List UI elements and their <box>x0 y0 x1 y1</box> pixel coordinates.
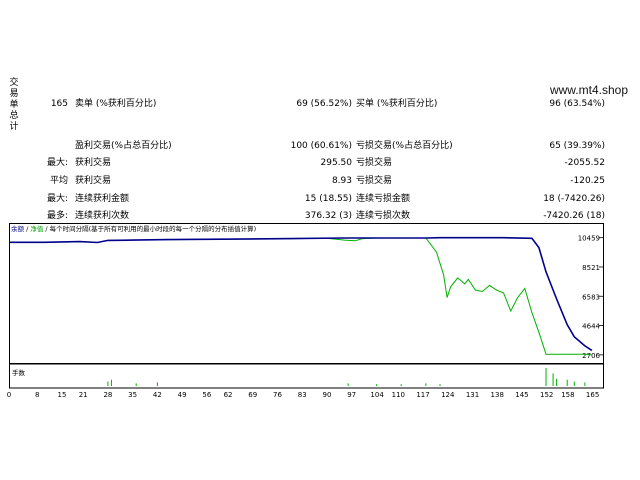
y-tick-label: 4644 <box>582 323 600 331</box>
x-tick-label: 28 <box>103 391 113 399</box>
x-tick-label: 62 <box>223 391 233 399</box>
x-tick-label: 145 <box>515 391 529 399</box>
x-tick-label: 110 <box>391 391 405 399</box>
x-tick-label: 35 <box>128 391 138 399</box>
balance-chart: 余额 / 净值 / 每个时间分隔(基于所有可利用的最小时段的每一个分隔的分布插值… <box>9 223 604 389</box>
x-tick-label: 56 <box>202 391 212 399</box>
volume-label: 手数 <box>12 369 25 377</box>
stat-cell-c5: 18 (-7420.26) <box>543 194 605 204</box>
stat-cell-c3: 8.93 <box>331 176 352 186</box>
x-tick-label: 165 <box>585 391 600 399</box>
x-tick-label: 83 <box>297 391 307 399</box>
x-tick-label: 97 <box>347 391 357 399</box>
chart-svg: 10459 8521 6583 4644 2706 <box>9 223 604 389</box>
side-char: 易 <box>9 89 19 99</box>
stat-cell-c3: 69 (56.52%) <box>296 99 352 109</box>
side-char: 单 <box>9 100 19 110</box>
stat-cell-c0: 平均 <box>49 176 68 186</box>
y-tick-label: 2706 <box>582 352 600 360</box>
stat-cell-c3: 100 (60.61%) <box>290 141 352 151</box>
y-tick-label: 10459 <box>578 235 600 243</box>
legend-description: / 每个时间分隔(基于所有可利用的最小时段的每一个分隔的分布插值计算) <box>43 225 257 233</box>
x-tick-label: 90 <box>322 391 332 399</box>
stat-cell-c0: 最多: <box>46 211 68 221</box>
stat-cell-c5: -7420.26 (18) <box>543 211 605 221</box>
x-tick-label: 117 <box>416 391 430 399</box>
x-tick-label: 131 <box>465 391 480 399</box>
stat-cell-c0: 最大: <box>46 158 68 168</box>
x-tick-label: 152 <box>540 391 554 399</box>
y-tick-label: 6583 <box>582 293 600 301</box>
x-tick-label: 69 <box>248 391 258 399</box>
stat-cell-c0: 最大: <box>46 194 68 204</box>
stat-cell-c3: 15 (18.55) <box>304 194 352 204</box>
stat-cell-c1: 165 <box>50 99 68 109</box>
legend-balance: 余额 <box>11 225 24 233</box>
chart-frame <box>9 223 604 364</box>
x-tick-label: 124 <box>441 391 455 399</box>
y-tick-label: 8521 <box>582 264 600 272</box>
stat-cell-c5: 96 (63.54%) <box>549 99 605 109</box>
x-tick-label: 158 <box>561 391 575 399</box>
x-tick-label: 21 <box>78 391 88 399</box>
site-watermark: www.mt4.shop <box>549 83 628 97</box>
side-char: 计 <box>9 122 19 132</box>
side-char: 总 <box>9 111 19 121</box>
x-tick-label: 42 <box>152 391 162 399</box>
x-tick-label: 15 <box>57 391 67 399</box>
volume-frame <box>9 363 604 389</box>
stat-cell-c5: -120.25 <box>570 176 605 186</box>
legend-equity: 净值 <box>30 225 44 233</box>
x-tick-label: 76 <box>273 391 282 399</box>
chart-legend: 余额 / 净值 / 每个时间分隔(基于所有可利用的最小时段的每一个分隔的分布插值… <box>11 225 256 233</box>
side-label: 交 易 单 总 计 <box>9 78 19 133</box>
stat-cell-c5: 65 (39.39%) <box>549 141 605 151</box>
x-tick-label: 8 <box>35 391 40 399</box>
stat-cell-c5: -2055.52 <box>564 158 605 168</box>
x-tick-label: 138 <box>490 391 504 399</box>
x-tick-label: 49 <box>177 391 187 399</box>
x-tick-label: 104 <box>370 391 384 399</box>
x-tick-label: 0 <box>6 391 12 399</box>
side-char: 交 <box>9 78 19 88</box>
stat-cell-c3: 295.50 <box>320 158 353 168</box>
stat-cell-c3: 376.32 (3) <box>304 211 352 221</box>
